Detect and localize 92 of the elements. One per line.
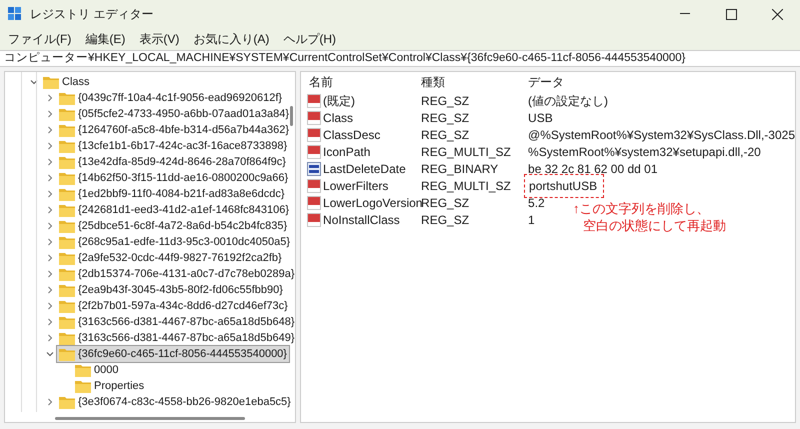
table-cell-text: REG_SZ	[420, 126, 470, 144]
address-bar[interactable]: コンピューター¥HKEY_LOCAL_MACHINE¥SYSTEM¥CurrentControlSet¥Control¥Class¥{36fc9e60-c465-11cf-8056-444553540000}	[0, 50, 800, 67]
annotation-text: ↑この文字列を削除し、 空白の状態にして再起動	[573, 200, 728, 234]
tree-item[interactable]: {13cfe1b1-6b17-424c-ac3f-16ace8733898}	[57, 138, 290, 154]
table-cell-text: (既定)	[323, 92, 356, 110]
table-cell-text: REG_MULTI_SZ	[420, 178, 512, 194]
tree-item[interactable]: Class	[41, 74, 92, 90]
tree-item[interactable]: {36fc9e60-c465-11cf-8056-444553540000}	[57, 346, 289, 362]
window-title: レジストリ エディター	[30, 6, 154, 23]
folder-icon	[59, 396, 75, 408]
tree-item[interactable]: {05f5cfe2-4733-4950-a6bb-07aad01a3a84}	[57, 106, 292, 122]
string-value-icon	[307, 178, 322, 192]
table-cell-text: LowerLogoVersion	[323, 194, 422, 212]
folder-icon	[59, 252, 75, 264]
folder-icon	[59, 124, 75, 136]
folder-icon	[59, 316, 75, 328]
tree-item[interactable]: {2a9fe532-0cdc-44f9-9827-76192f2ca2fb}	[57, 250, 284, 266]
table-cell-text: USB	[527, 110, 553, 126]
table-cell-text: LastDeleteDate	[323, 160, 406, 178]
folder-icon	[59, 204, 75, 216]
folder-icon	[59, 188, 75, 200]
folder-icon	[59, 108, 75, 120]
chevron-down-icon[interactable]	[46, 350, 54, 358]
table-cell-text: REG_MULTI_SZ	[420, 144, 512, 160]
table-cell-text: (値の設定なし)	[527, 92, 608, 110]
chevron-right-icon[interactable]	[46, 398, 54, 406]
tree-item[interactable]: {268c95a1-edfe-11d3-95c3-0010dc4050a5}	[57, 234, 292, 250]
minimize-icon	[680, 13, 690, 15]
menu-item[interactable]: ヘルプ(H)	[283, 30, 336, 48]
tree-item[interactable]: {3163c566-d381-4467-87bc-a65a18d5b649}	[57, 330, 296, 346]
tree-item[interactable]: {1ed2bbf9-11f0-4084-b21f-ad83a8e6dcdc}	[57, 186, 287, 202]
string-value-icon	[307, 144, 322, 158]
folder-icon	[59, 300, 75, 312]
folder-icon	[59, 156, 75, 168]
tree-item[interactable]: 0000	[73, 362, 120, 378]
table-cell-text: 5.2	[527, 194, 545, 212]
folder-icon	[75, 380, 91, 392]
column-header[interactable]: 名前	[305, 73, 418, 91]
folder-icon	[59, 268, 75, 280]
string-value-icon	[307, 128, 322, 142]
table-cell-text: %SystemRoot%¥system32¥setupapi.dll,-20	[527, 144, 761, 160]
folder-icon	[59, 284, 75, 296]
table-cell-text: Class	[323, 110, 354, 126]
app-icon	[8, 7, 22, 21]
string-value-icon	[307, 110, 322, 124]
tree-item[interactable]: {3163c566-d381-4467-87bc-a65a18d5b648}	[57, 314, 296, 330]
table-cell-text: 1	[527, 212, 535, 228]
tree-item[interactable]: {3e3f0674-c83c-4558-bb26-9820e1eba5c5}	[57, 394, 293, 410]
maximize-icon	[726, 8, 736, 20]
menu-item[interactable]: 編集(E)	[85, 30, 126, 48]
tree-item[interactable]: {2f2b7b01-597a-434c-8dd6-d27cd46ef73c}	[57, 298, 290, 314]
menu-item[interactable]: ファイル(F)	[8, 30, 72, 48]
folder-icon	[75, 364, 91, 376]
tree-item[interactable]: Properties	[73, 378, 146, 394]
column-header[interactable]: データ	[524, 73, 564, 91]
tree-item[interactable]: {2db15374-706e-4131-a0c7-d7c78eb0289a}	[57, 266, 296, 282]
table-cell-text: NoInstallClass	[323, 212, 400, 228]
table-cell-text: REG_SZ	[420, 110, 470, 126]
table-cell-text: LowerFilters	[323, 178, 388, 194]
folder-icon	[59, 236, 75, 248]
table-cell-text: ClassDesc	[323, 126, 380, 144]
tree-item[interactable]: {0439c7ff-10a4-4c1f-9056-ead96920612f}	[57, 90, 284, 106]
close-icon	[772, 8, 782, 20]
string-value-icon	[307, 212, 322, 226]
folder-icon	[59, 140, 75, 152]
table-cell-text: REG_SZ	[420, 92, 470, 110]
table-cell-text: REG_BINARY	[420, 160, 500, 178]
string-value-icon	[307, 94, 322, 108]
folder-icon	[43, 76, 59, 88]
highlighted-cell: portshutUSB	[524, 174, 604, 198]
chevron-down-icon[interactable]	[30, 78, 38, 86]
folder-icon	[59, 348, 75, 360]
tree-item[interactable]: {2ea9b43f-3045-43b5-80f2-fd06c55fbb90}	[57, 282, 285, 298]
string-value-icon	[307, 196, 322, 210]
folder-icon	[59, 92, 75, 104]
folder-icon	[59, 220, 75, 232]
binary-value-icon	[307, 162, 322, 176]
folder-icon	[59, 332, 75, 344]
table-cell-text: REG_SZ	[420, 212, 470, 228]
folder-icon	[59, 172, 75, 184]
table-cell-text: @%SystemRoot%¥System32¥SysClass.Dll,-3025	[527, 126, 795, 144]
tree-item[interactable]: {242681d1-eed3-41d2-a1ef-1468fc843106}	[57, 202, 292, 218]
scrollbar-thumb[interactable]	[290, 106, 294, 126]
tree-item[interactable]: {14b62f50-3f15-11dd-ae16-0800200c9a66}	[57, 170, 290, 186]
menu-item[interactable]: 表示(V)	[139, 30, 180, 48]
column-header[interactable]: 種類	[417, 73, 524, 91]
tree-item[interactable]: {25dbce51-6c8f-4a72-8a6d-b54c2b4fc835}	[57, 218, 290, 234]
table-cell-text: IconPath	[323, 144, 370, 160]
tree-item[interactable]: {13e42dfa-85d9-424d-8646-28a70f864f9c}	[57, 154, 288, 170]
menu-item[interactable]: お気に入り(A)	[193, 30, 270, 48]
tree-item[interactable]: {1264760f-a5c8-4bfe-b314-d56a7b44a362}	[57, 122, 292, 138]
scrollbar-thumb[interactable]	[55, 416, 246, 420]
